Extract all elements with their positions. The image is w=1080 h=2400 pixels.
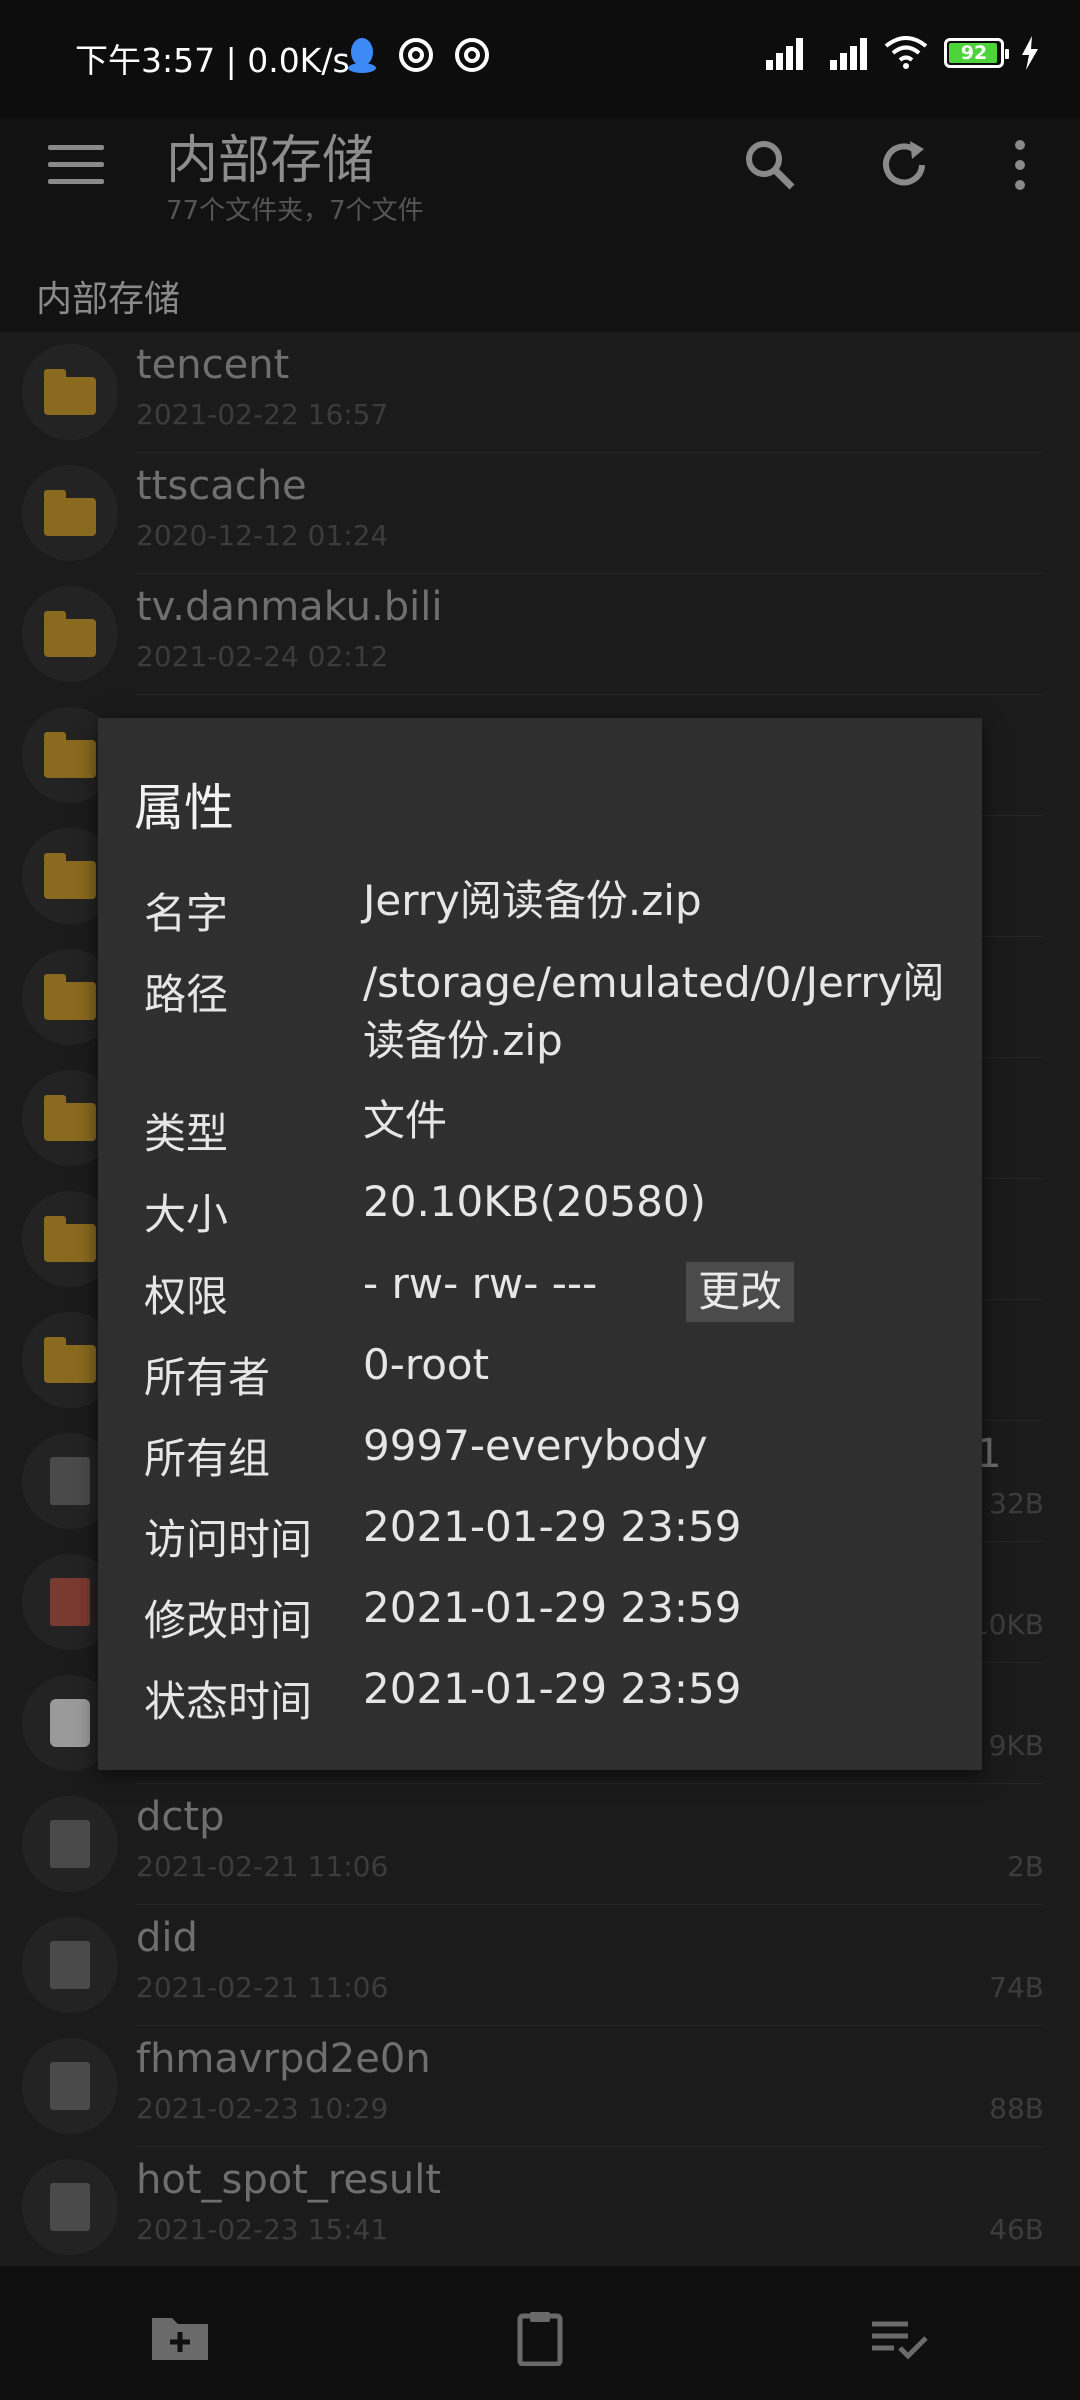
prop-label-group: 所有组 [144, 1434, 271, 1483]
breadcrumb[interactable]: 内部存储 [36, 270, 180, 322]
file-date: 2021-02-22 16:57 [136, 398, 389, 431]
file-name: ttscache [136, 463, 307, 509]
list-item[interactable]: tencent 2021-02-22 16:57 [0, 332, 1080, 453]
file-name: tv.danmaku.bili [136, 584, 443, 630]
battery-icon: 92 [944, 38, 1009, 68]
list-item[interactable]: tv.danmaku.bili 2021-02-24 02:12 [0, 574, 1080, 695]
signal-icon-2 [820, 36, 868, 70]
prop-value-access-time: 2021-01-29 23:59 [363, 1502, 742, 1551]
prop-label-type: 类型 [144, 1109, 229, 1158]
folder-icon [22, 465, 118, 561]
select-list-icon[interactable] [870, 2310, 930, 2366]
menu-icon[interactable] [48, 145, 104, 185]
file-icon [22, 2038, 118, 2134]
bottom-bar [0, 2266, 1080, 2400]
more-options-icon[interactable] [1000, 135, 1040, 195]
search-icon[interactable] [740, 135, 800, 195]
file-size: 74B [989, 1971, 1044, 2004]
page-title: 内部存储 [166, 131, 375, 191]
file-icon [22, 1796, 118, 1892]
file-size: 9KB [988, 1729, 1044, 1762]
file-size: 88B [989, 2092, 1044, 2125]
qq-icon [348, 38, 376, 73]
file-date: 2021-02-21 11:06 [136, 1971, 389, 2004]
status-time-speed: 下午3:57 | 0.0K/s [75, 41, 350, 80]
prop-label-owner: 所有者 [144, 1353, 271, 1402]
prop-value-path: /storage/emulated/0/Jerry阅读备份.zip [363, 958, 945, 1065]
sync-icon-2 [455, 38, 489, 72]
prop-label-size: 大小 [144, 1190, 229, 1239]
file-size: 2B [1006, 1850, 1044, 1883]
folder-icon [22, 586, 118, 682]
change-permissions-button[interactable]: 更改 [686, 1262, 794, 1322]
prop-label-access-time: 访问时间 [144, 1515, 313, 1564]
new-folder-icon[interactable] [150, 2310, 210, 2366]
file-date: 2021-02-23 15:41 [136, 2213, 389, 2246]
prop-value-name: Jerry阅读备份.zip [363, 876, 702, 925]
file-size: 46B [989, 2213, 1044, 2246]
file-name: fhmavrpd2e0n [136, 2036, 431, 2082]
list-item[interactable]: did 2021-02-21 11:06 74B [0, 1905, 1080, 2026]
prop-label-modify-time: 修改时间 [144, 1596, 313, 1645]
sync-icon [399, 38, 433, 72]
prop-label-name: 名字 [144, 889, 229, 938]
prop-value-group: 9997-everybody [363, 1421, 708, 1470]
prop-label-status-time: 状态时间 [144, 1677, 313, 1726]
file-icon [22, 2159, 118, 2255]
file-size: 32B [989, 1487, 1044, 1520]
prop-label-permissions: 权限 [144, 1272, 229, 1321]
clipboard-icon[interactable] [510, 2310, 570, 2366]
file-date: 2021-02-21 11:06 [136, 1850, 389, 1883]
file-name: tencent [136, 342, 290, 388]
file-date: 2021-02-23 10:29 [136, 2092, 389, 2125]
file-name: did [136, 1915, 198, 1961]
file-name: dctp [136, 1794, 225, 1840]
prop-value-modify-time: 2021-01-29 23:59 [363, 1583, 742, 1632]
status-bar: 下午3:57 | 0.0K/s 92 [0, 0, 1080, 118]
file-icon [22, 1917, 118, 2013]
folder-icon [22, 344, 118, 440]
signal-icon [756, 36, 804, 70]
file-date: 2020-12-12 01:24 [136, 519, 389, 552]
prop-value-size: 20.10KB(20580) [363, 1177, 706, 1226]
properties-dialog: 属性 名字 Jerry阅读备份.zip 路径 /storage/emulated… [98, 718, 982, 1770]
wifi-icon [884, 36, 928, 69]
prop-value-type: 文件 [363, 1096, 448, 1145]
dialog-title: 属性 [134, 779, 234, 837]
prop-value-status-time: 2021-01-29 23:59 [363, 1664, 742, 1713]
page-subtitle: 77个文件夹，7个文件 [166, 196, 424, 226]
file-date: 2021-02-24 02:12 [136, 640, 389, 673]
list-item[interactable]: hot_spot_result 2021-02-23 15:41 46B [0, 2147, 1080, 2268]
prop-value-permissions: - rw- rw- --- [363, 1259, 598, 1308]
list-item[interactable]: dctp 2021-02-21 11:06 2B [0, 1784, 1080, 1905]
prop-value-owner: 0-root [363, 1340, 490, 1389]
prop-label-path: 路径 [144, 970, 229, 1019]
file-name: hot_spot_result [136, 2157, 442, 2203]
refresh-icon[interactable] [874, 135, 934, 195]
charging-icon [1022, 36, 1038, 70]
list-item[interactable]: fhmavrpd2e0n 2021-02-23 10:29 88B [0, 2026, 1080, 2147]
list-item[interactable]: ttscache 2020-12-12 01:24 [0, 453, 1080, 574]
